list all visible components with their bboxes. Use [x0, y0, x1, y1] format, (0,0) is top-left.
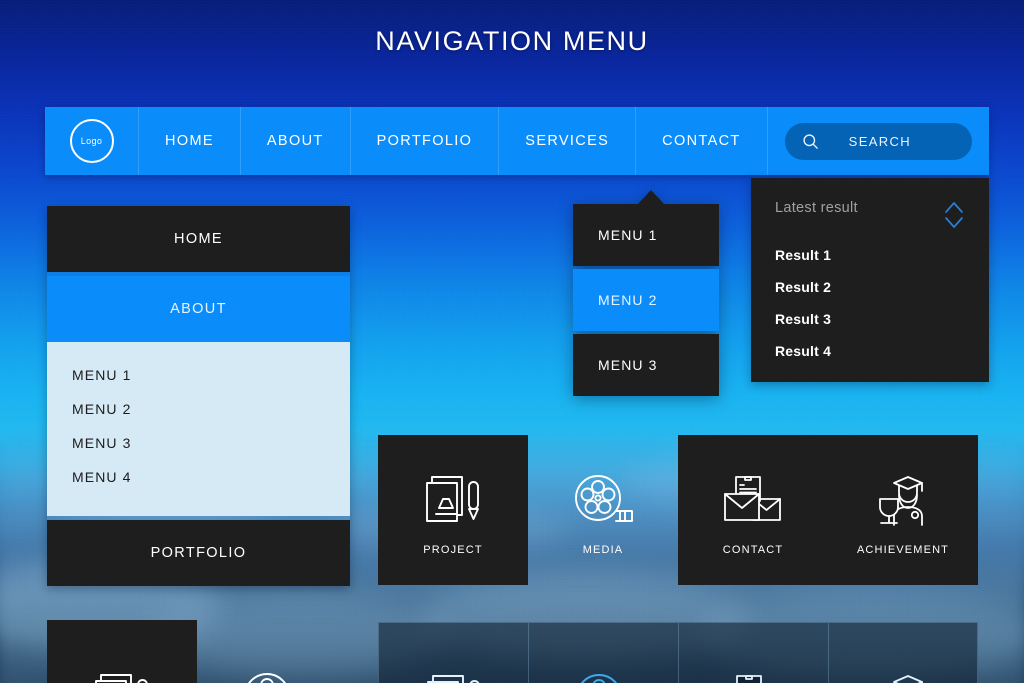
app-screenshot: NAVIGATION MENU Logo HOME ABOUT PORTFOLI…	[0, 0, 1024, 683]
dropdown-item-label: MENU 3	[598, 357, 658, 373]
result-label: Result 4	[775, 343, 832, 359]
card-contact[interactable]: CONTACT	[678, 435, 828, 585]
left-panel-item-portfolio[interactable]: PORTFOLIO	[47, 520, 350, 586]
card-media[interactable]: MEDIA	[197, 620, 347, 683]
card-achievement[interactable]: ACHIEVEMENT	[828, 435, 978, 585]
submenu-item-label: MENU 3	[72, 435, 132, 451]
left-panel-submenu: MENU 1 MENU 2 MENU 3 MENU 4	[47, 342, 350, 516]
submenu-item-label: MENU 1	[72, 367, 132, 383]
card-label: CONTACT	[722, 544, 784, 556]
film-reel-icon	[571, 464, 635, 540]
result-row[interactable]: Result 3	[775, 311, 965, 327]
icon-card-row: PROJECT MEDIA CONTACT ACHIEVEMENT	[378, 435, 978, 585]
nav-item-about[interactable]: ABOUT	[241, 107, 351, 175]
dropdown-item-label: MENU 1	[598, 227, 658, 243]
left-accordion-panel: HOME ABOUT MENU 1 MENU 2 MENU 3 MENU 4 P…	[47, 206, 350, 586]
logo-button[interactable]: Logo	[45, 107, 139, 175]
results-title: Latest result	[775, 200, 858, 216]
search-cell: SEARCH	[768, 107, 989, 175]
dropdown-item-menu-1[interactable]: MENU 1	[573, 204, 719, 266]
nav-item-label: ABOUT	[266, 133, 324, 149]
card-media[interactable]: MEDIA	[528, 622, 678, 683]
left-panel-item-label: PORTFOLIO	[150, 545, 247, 561]
page-title: NAVIGATION MENU	[375, 26, 649, 56]
card-contact[interactable]: CONTACT	[678, 622, 828, 683]
nav-item-contact[interactable]: CONTACT	[636, 107, 768, 175]
submenu-item-label: MENU 4	[72, 469, 132, 485]
latest-results-panel: Latest result Result 1 Result 2 Result 3…	[751, 178, 989, 382]
search-icon	[801, 132, 820, 151]
film-reel-icon	[240, 662, 304, 683]
left-panel-item-about[interactable]: ABOUT	[47, 276, 350, 342]
graduate-trophy-icon	[872, 663, 934, 683]
documents-pen-icon	[423, 663, 485, 683]
card-media[interactable]: MEDIA	[528, 435, 678, 585]
left-panel-item-label: HOME	[174, 231, 223, 247]
nav-item-services[interactable]: SERVICES	[499, 107, 637, 175]
result-row[interactable]: Result 1	[775, 247, 965, 263]
result-row[interactable]: Result 4	[775, 343, 965, 359]
dropdown-item-menu-3[interactable]: MENU 3	[573, 334, 719, 396]
dropdown-item-menu-2[interactable]: MENU 2	[573, 269, 719, 331]
nav-item-label: CONTACT	[662, 133, 741, 149]
documents-pen-icon	[422, 464, 484, 540]
center-dropdown-menu: MENU 1 MENU 2 MENU 3	[573, 190, 719, 396]
dropdown-item-label: MENU 2	[598, 292, 658, 308]
card-project[interactable]: PROJECT	[378, 435, 528, 585]
dropdown-pointer-triangle	[637, 190, 665, 205]
envelope-letter-icon	[721, 464, 785, 540]
submenu-item[interactable]: MENU 3	[47, 426, 350, 460]
submenu-item[interactable]: MENU 1	[47, 358, 350, 392]
nav-item-portfolio[interactable]: PORTFOLIO	[351, 107, 500, 175]
left-panel-item-home[interactable]: HOME	[47, 206, 350, 272]
card-achievement[interactable]: ACHIEVEMENT	[828, 622, 978, 683]
result-label: Result 3	[775, 311, 832, 327]
result-label: Result 1	[775, 247, 832, 263]
card-project[interactable]: PROJECT	[47, 620, 197, 683]
nav-item-label: SERVICES	[525, 133, 610, 149]
graduate-trophy-icon	[872, 464, 934, 540]
card-label: ACHIEVEMENT	[856, 544, 950, 556]
left-panel-item-label: ABOUT	[170, 301, 227, 317]
nav-item-label: PORTFOLIO	[376, 133, 473, 149]
card-project[interactable]: PROJECT	[378, 622, 528, 683]
top-navigation-bar: Logo HOME ABOUT PORTFOLIO SERVICES CONTA…	[45, 107, 989, 175]
chevron-up-down-icon[interactable]	[943, 200, 965, 230]
envelope-letter-icon	[722, 663, 786, 683]
card-label: MEDIA	[582, 544, 624, 556]
results-header: Latest result	[775, 200, 965, 230]
bottom-icon-card-row: PROJECT MEDIA	[378, 622, 978, 683]
result-row[interactable]: Result 2	[775, 279, 965, 295]
submenu-item[interactable]: MENU 4	[47, 460, 350, 494]
result-label: Result 2	[775, 279, 832, 295]
bottom-left-card-row: PROJECT MEDIA	[47, 620, 347, 683]
logo-label: Logo	[80, 136, 103, 146]
documents-pen-icon	[91, 662, 153, 683]
nav-item-home[interactable]: HOME	[139, 107, 241, 175]
card-label: PROJECT	[423, 544, 483, 556]
film-reel-icon	[572, 663, 636, 683]
submenu-item[interactable]: MENU 2	[47, 392, 350, 426]
nav-item-label: HOME	[165, 133, 214, 149]
search-input[interactable]: SEARCH	[784, 122, 972, 160]
logo-badge: Logo	[69, 119, 114, 163]
search-label: SEARCH	[848, 133, 911, 149]
submenu-item-label: MENU 2	[72, 401, 132, 417]
